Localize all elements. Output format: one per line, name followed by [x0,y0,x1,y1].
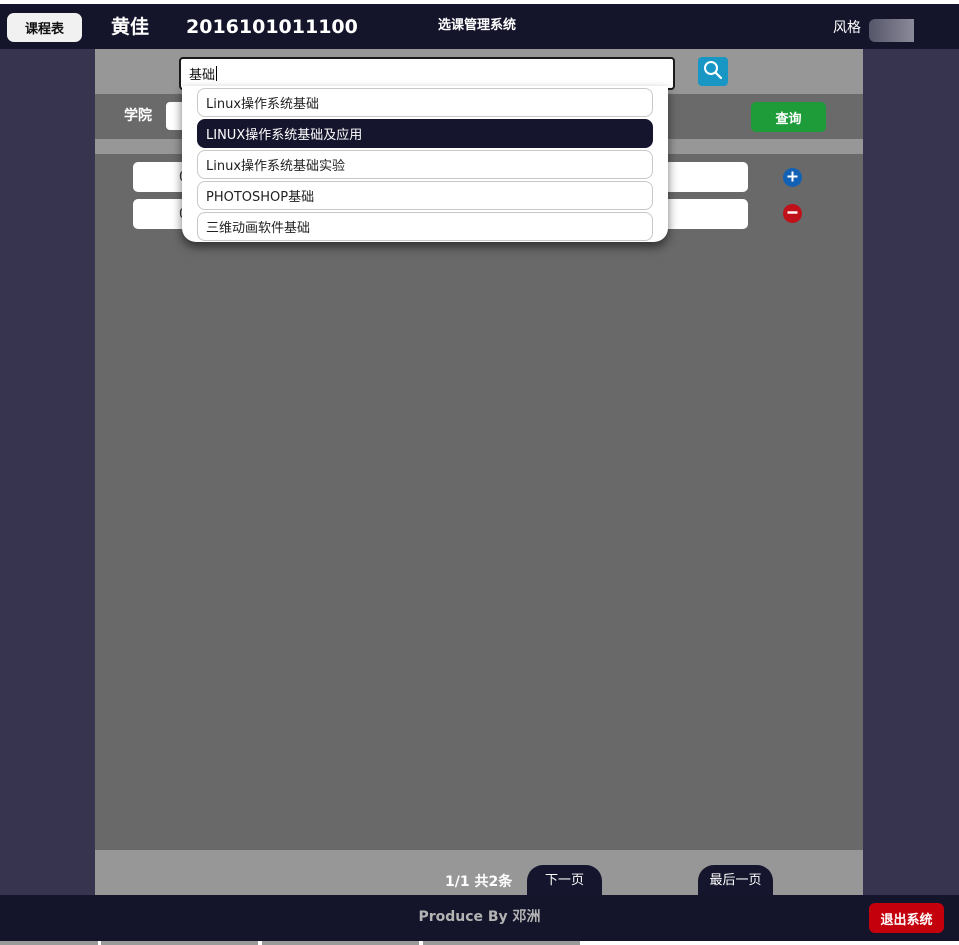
minus-circle-icon [786,204,799,223]
text-caret [216,66,218,81]
college-label: 学院 [124,108,152,124]
add-course-button[interactable] [783,168,802,187]
suggestion-item-highlighted[interactable]: LINUX操作系统基础及应用 [197,119,653,148]
remove-course-button[interactable] [783,204,802,223]
taskbar-segment [101,941,258,945]
query-button[interactable]: 查询 [751,102,826,132]
results-area [95,154,863,850]
next-page-button[interactable]: 下一页 [527,865,602,898]
page-info: 1/1 共2条 [445,874,513,890]
style-toggle[interactable] [869,19,914,42]
suggestion-item[interactable]: PHOTOSHOP基础 [197,181,653,210]
suggestion-item[interactable]: Linux操作系统基础实验 [197,150,653,179]
search-input-value: 基础 [189,68,216,83]
system-title: 选课管理系统 [438,18,517,33]
footer-credit: Produce By 邓洲 [418,909,541,925]
left-sidebar [0,49,95,895]
suggestion-item[interactable]: 三维动画软件基础 [197,212,653,241]
taskbar-segment [262,941,419,945]
style-label: 风格 [833,20,861,36]
taskbar-segment [0,941,98,945]
logout-button[interactable]: 退出系统 [869,903,944,933]
search-icon [703,60,723,84]
user-id: 2016101011100 [186,16,358,38]
plus-circle-icon [786,168,799,187]
suggestion-item[interactable]: Linux操作系统基础 [197,88,653,117]
search-button[interactable] [698,57,728,86]
schedule-button[interactable]: 课程表 [7,13,82,42]
user-name: 黄佳 [111,16,150,38]
last-page-button[interactable]: 最后一页 [698,865,773,898]
right-sidebar [863,49,959,895]
taskbar-segment [423,941,580,945]
